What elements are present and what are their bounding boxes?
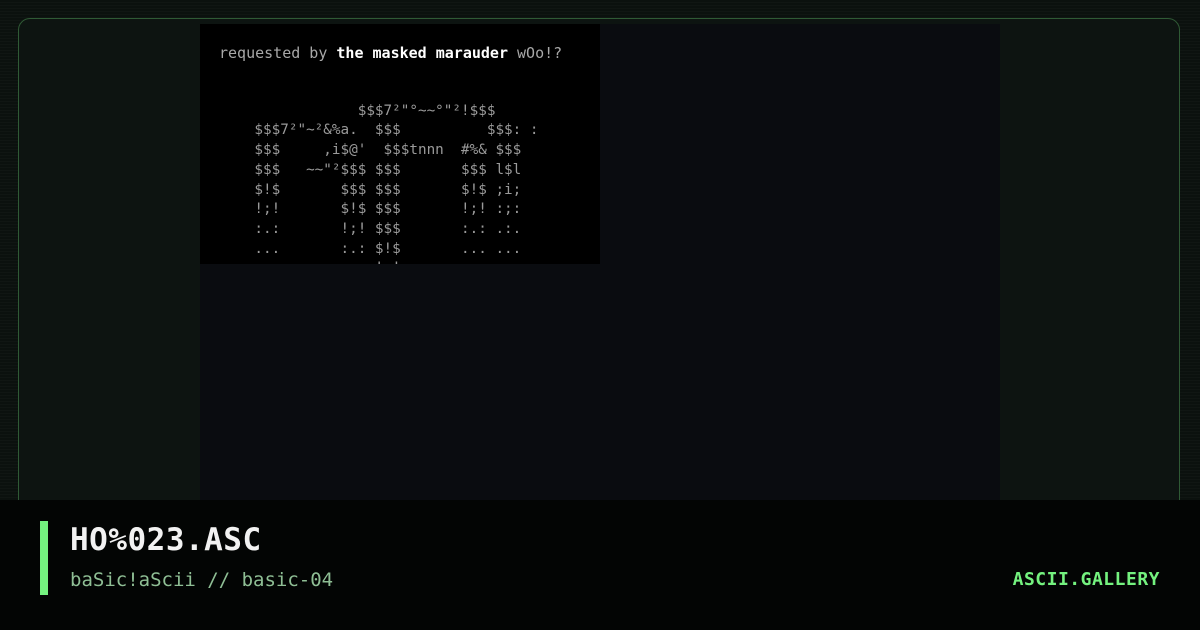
ascii-art-line: $$$7²"~²&%a. $$$ $$$: : [220,122,539,139]
ascii-art-line: !;! $!$ $$$ !;! :;: [220,201,522,218]
ascii-art-line: $$$ ~~"²$$$ $$$ $$$ l$l [220,161,522,178]
ascii-art: $$$7²"°~~°"²!$$$ $$$7²"~²&%a. $$$ $$$: :… [220,82,538,264]
collection-subtitle: baSic!aScii // basic-04 [70,569,334,591]
ascii-art-line: ... ... !;! ... ... [220,260,521,264]
ascii-art-panel: requested by the masked marauder wOo!? $… [200,24,600,264]
ascii-art-line: $$$ ,i$@' $$$tnnn #%& $$$ [220,142,522,159]
art-header: requested by the masked marauder wOo!? [219,44,562,63]
art-header-highlight: the masked marauder [336,44,508,62]
ascii-art-line: :.: !;! $$$ :.: .:. [220,220,522,237]
ascii-art-line: $!$ $$$ $$$ $!$ ;i; [220,181,522,198]
caption-bar: HO%023.ASC baSic!aScii // basic-04 ASCII… [0,500,1200,630]
file-title: HO%023.ASC [70,522,262,558]
art-header-prefix: requested by [219,44,337,62]
art-header-suffix: wOo!? [508,44,563,62]
accent-bar [40,521,48,595]
brand-logo-text: ASCII.GALLERY [1012,569,1160,590]
ascii-art-line: $$$7²"°~~°"²!$$$ [220,102,496,119]
ascii-art-line: ... :.: $!$ ... ... [220,240,522,257]
